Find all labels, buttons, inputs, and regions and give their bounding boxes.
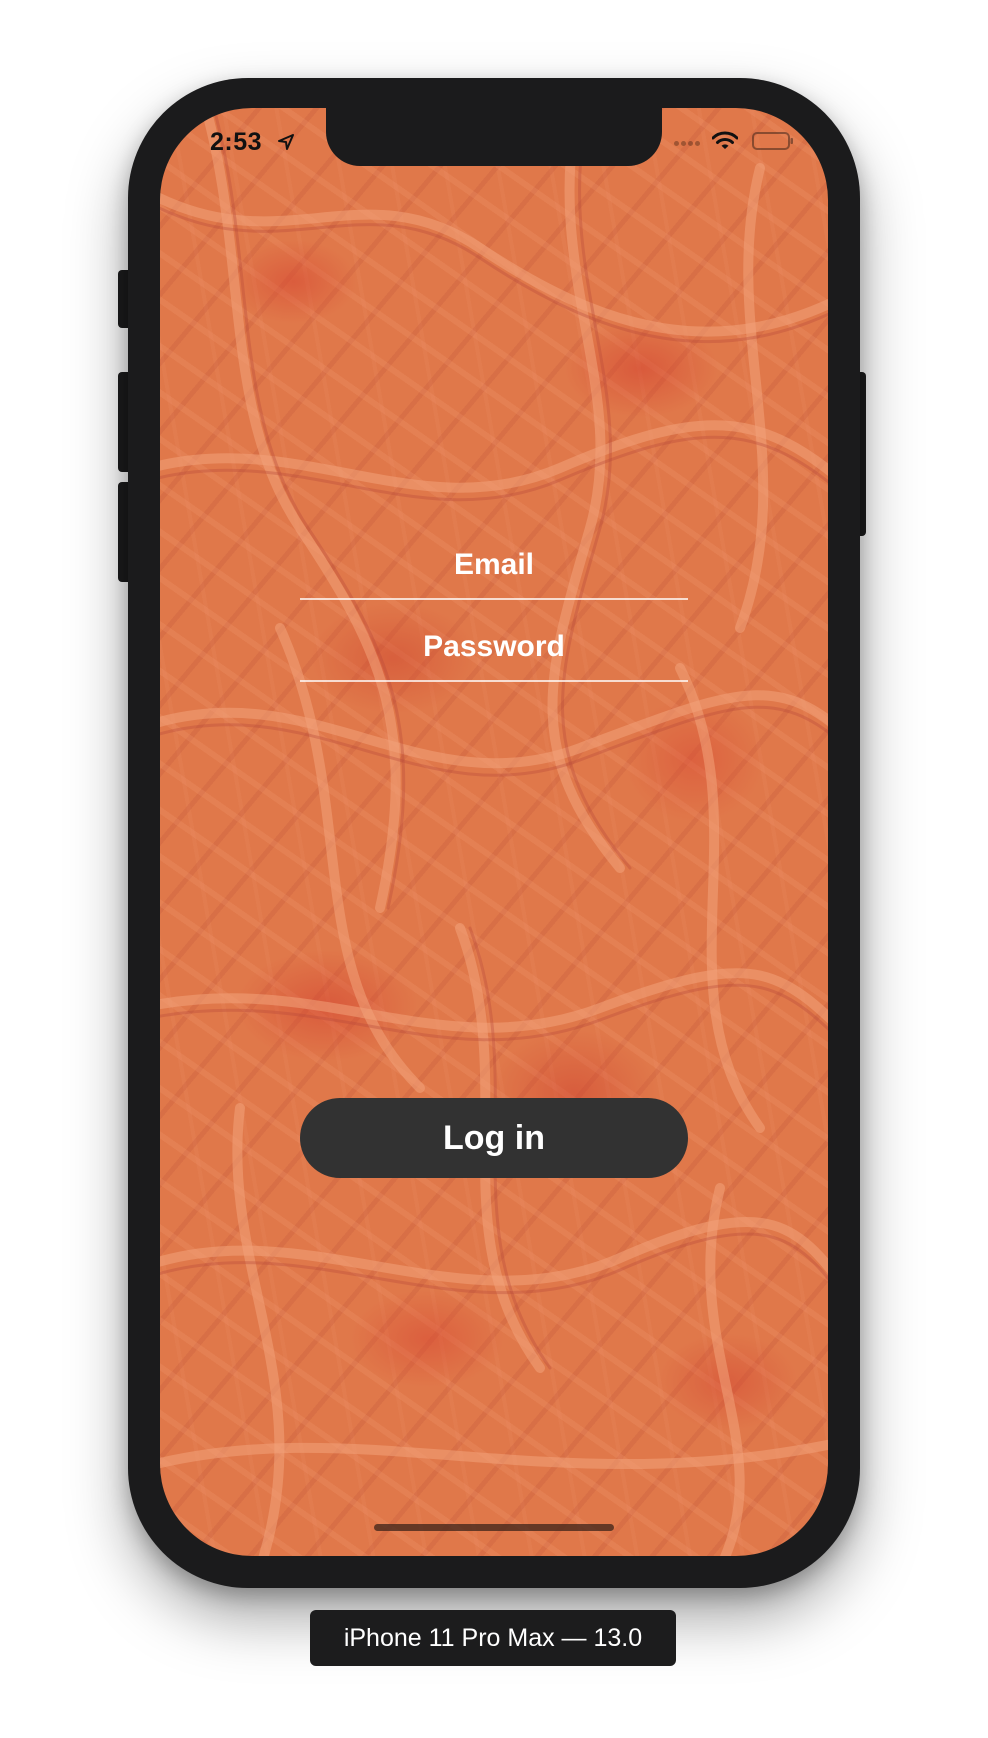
login-form: [300, 518, 688, 682]
app-screen: 2:53 Email Log in: [160, 108, 828, 1556]
password-input[interactable]: [300, 615, 688, 665]
email-input[interactable]: [300, 533, 688, 583]
home-indicator[interactable]: [374, 1524, 614, 1531]
background-texture: [160, 108, 828, 1556]
battery-icon: [752, 132, 793, 150]
simulator-stage: 2:53 Email Log in iPhone 11 Pro Max — 13…: [0, 0, 988, 1738]
login-button[interactable]: Log in: [300, 1098, 688, 1178]
cellular-signal-icon: [674, 141, 700, 146]
status-time: 2:53: [210, 128, 263, 156]
device-label: iPhone 11 Pro Max — 13.0: [310, 1610, 676, 1666]
device-notch: [326, 108, 662, 166]
device-frame: 2:53 Email Log in: [128, 78, 860, 1588]
wifi-icon: [712, 131, 738, 149]
password-field-container: [300, 600, 688, 682]
email-field-container: [300, 518, 688, 600]
location-arrow-icon: [278, 134, 294, 150]
